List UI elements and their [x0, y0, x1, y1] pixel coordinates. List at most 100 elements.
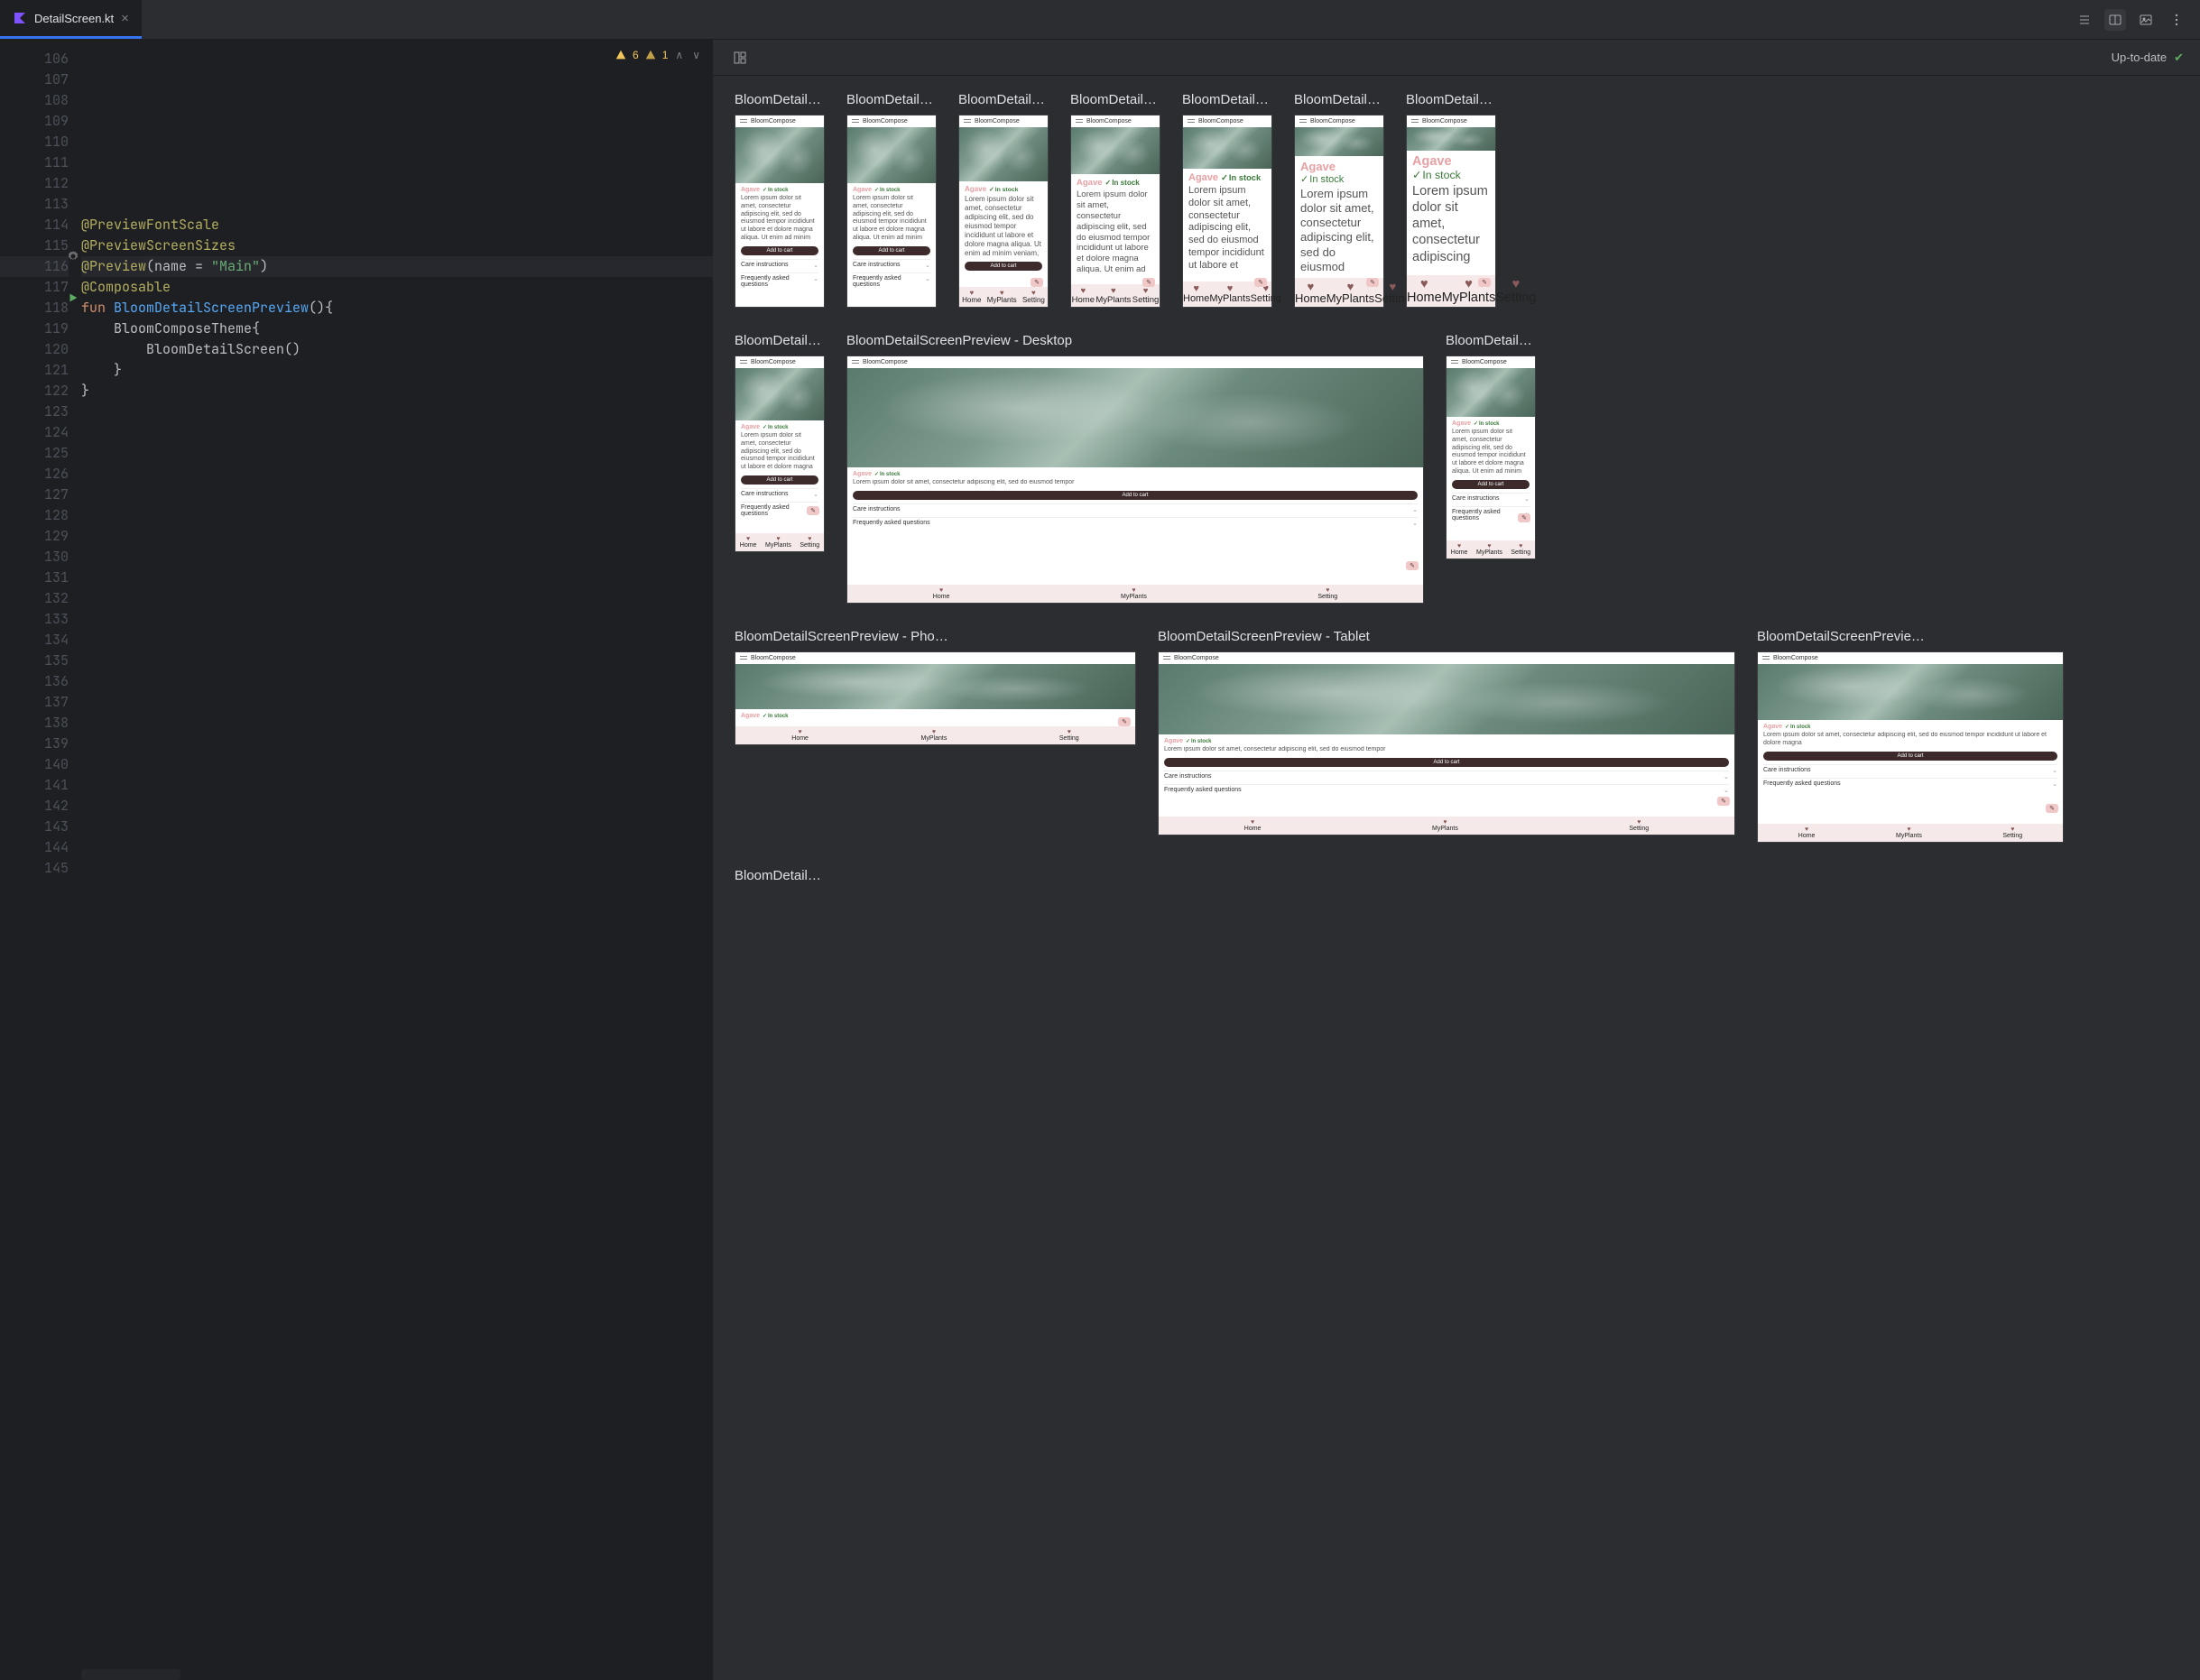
- faq-section[interactable]: Frequently asked questions: [1763, 778, 2057, 789]
- add-to-cart-button[interactable]: Add to cart: [1164, 758, 1729, 767]
- add-to-cart-button[interactable]: Add to cart: [741, 475, 818, 485]
- line-number[interactable]: 134: [0, 630, 69, 651]
- code-line[interactable]: [81, 464, 713, 485]
- code-line[interactable]: [81, 485, 713, 505]
- line-number[interactable]: 141: [0, 775, 69, 796]
- inspection-summary[interactable]: 6 1 ∧ ∨: [615, 49, 702, 61]
- faq-section[interactable]: Frequently asked questions: [741, 272, 818, 290]
- line-number[interactable]: 131: [0, 568, 69, 588]
- code-line[interactable]: [81, 194, 713, 215]
- line-number[interactable]: 115: [0, 235, 69, 256]
- code-line[interactable]: [81, 651, 713, 671]
- line-number[interactable]: 122: [0, 381, 69, 402]
- line-number[interactable]: 145: [0, 858, 69, 879]
- code-line[interactable]: [81, 568, 713, 588]
- nav-item[interactable]: Home: [1451, 543, 1468, 556]
- care-instructions-section[interactable]: Care instructions: [741, 259, 818, 271]
- line-number[interactable]: 133: [0, 609, 69, 630]
- edit-fab[interactable]: ✎: [1478, 278, 1491, 287]
- preview-card[interactable]: BloomCompose Agave In stockLorem ipsum d…: [1158, 651, 1735, 835]
- nav-item[interactable]: MyPlants: [1432, 819, 1458, 832]
- nav-item[interactable]: Home: [740, 536, 757, 549]
- code-area[interactable]: @PreviewFontScale@PreviewScreenSizes@Pre…: [81, 40, 713, 1669]
- nav-item[interactable]: Home: [962, 290, 981, 304]
- line-number[interactable]: 126: [0, 464, 69, 485]
- code-line[interactable]: [81, 526, 713, 547]
- nav-item[interactable]: MyPlants: [765, 536, 791, 549]
- line-number[interactable]: 127: [0, 485, 69, 505]
- nav-item[interactable]: Setting: [1251, 284, 1281, 304]
- code-line[interactable]: fun BloomDetailScreenPreview(){: [81, 298, 713, 318]
- nav-item[interactable]: MyPlants: [921, 729, 947, 742]
- bottom-nav[interactable]: HomeMyPlantsSetting: [847, 585, 1423, 603]
- nav-item[interactable]: Home: [933, 587, 950, 600]
- code-line[interactable]: [81, 796, 713, 817]
- close-tab-icon[interactable]: ×: [121, 11, 129, 26]
- code-line[interactable]: [81, 111, 713, 132]
- nav-item[interactable]: Setting: [1022, 290, 1045, 304]
- line-number[interactable]: 124: [0, 422, 69, 443]
- preview-card[interactable]: BloomCompose Agave In stockLorem ipsum d…: [846, 115, 937, 308]
- edit-fab[interactable]: ✎: [1366, 278, 1379, 287]
- menu-icon[interactable]: [964, 119, 971, 125]
- line-number[interactable]: 129: [0, 526, 69, 547]
- menu-icon[interactable]: [1411, 119, 1419, 125]
- bottom-nav[interactable]: HomeMyPlantsSetting: [1071, 284, 1160, 307]
- add-to-cart-button[interactable]: Add to cart: [741, 246, 818, 255]
- preview-card[interactable]: BloomCompose AgaveIn stockLorem ipsum do…: [1294, 115, 1384, 308]
- code-line[interactable]: [81, 817, 713, 837]
- edit-fab[interactable]: ✎: [1118, 717, 1131, 726]
- line-number-gutter[interactable]: 1061071081091101111121131141151161171181…: [0, 40, 81, 1669]
- care-instructions-section[interactable]: Care instructions: [1164, 771, 1729, 782]
- more-actions-button[interactable]: [2166, 9, 2187, 31]
- care-instructions-section[interactable]: Care instructions: [853, 503, 1418, 515]
- add-to-cart-button[interactable]: Add to cart: [853, 491, 1418, 500]
- nav-item[interactable]: Setting: [800, 536, 819, 549]
- line-number[interactable]: 121: [0, 360, 69, 381]
- preview-card[interactable]: BloomCompose Agave In stockLorem ipsum d…: [1182, 115, 1272, 308]
- code-line[interactable]: [81, 671, 713, 692]
- code-line[interactable]: [81, 505, 713, 526]
- nav-item[interactable]: Home: [1072, 287, 1095, 304]
- preview-card[interactable]: BloomCompose AgaveIn stockLorem ipsum do…: [1406, 115, 1496, 308]
- edit-fab[interactable]: ✎: [1142, 278, 1155, 287]
- nav-item[interactable]: Setting: [1317, 587, 1337, 600]
- menu-icon[interactable]: [1762, 656, 1770, 661]
- line-number[interactable]: 114: [0, 215, 69, 235]
- menu-icon[interactable]: [1299, 119, 1307, 125]
- menu-icon[interactable]: [1188, 119, 1195, 125]
- code-line[interactable]: [81, 588, 713, 609]
- faq-section[interactable]: Frequently asked questions: [853, 517, 1418, 529]
- nav-item[interactable]: Setting: [1511, 543, 1530, 556]
- nav-item[interactable]: MyPlants: [987, 290, 1017, 304]
- line-number[interactable]: 113: [0, 194, 69, 215]
- menu-icon[interactable]: [740, 360, 747, 365]
- faq-section[interactable]: Frequently asked questions: [1164, 784, 1729, 796]
- add-to-cart-button[interactable]: Add to cart: [1452, 480, 1530, 489]
- code-line[interactable]: [81, 69, 713, 90]
- menu-icon[interactable]: [852, 360, 859, 365]
- code-line[interactable]: @PreviewFontScale: [81, 215, 713, 235]
- bottom-nav[interactable]: Home MyPlants Setting: [735, 533, 824, 551]
- bottom-nav[interactable]: HomeMyPlantsSetting: [1758, 824, 2063, 842]
- line-number[interactable]: 106: [0, 49, 69, 69]
- preview-card[interactable]: BloomCompose Agave In stockLorem ipsum d…: [1070, 115, 1160, 308]
- code-line[interactable]: [81, 609, 713, 630]
- list-view-button[interactable]: [2074, 9, 2095, 31]
- preview-card[interactable]: BloomCompose Agave In stockLorem ipsum d…: [735, 115, 825, 308]
- nav-item[interactable]: Setting: [1059, 729, 1079, 742]
- nav-item[interactable]: Home: [1798, 826, 1816, 839]
- nav-item[interactable]: MyPlants: [1209, 284, 1250, 304]
- menu-icon[interactable]: [1076, 119, 1083, 125]
- nav-item[interactable]: Home: [1407, 278, 1442, 304]
- nav-item[interactable]: Home: [1244, 819, 1262, 832]
- code-line[interactable]: @Preview(name = "Main"): [81, 256, 713, 277]
- line-number[interactable]: 137: [0, 692, 69, 713]
- nav-item[interactable]: MyPlants: [1476, 543, 1502, 556]
- code-line[interactable]: [81, 713, 713, 734]
- code-line[interactable]: [81, 754, 713, 775]
- add-to-cart-button[interactable]: Add to cart: [1763, 752, 2057, 761]
- add-to-cart-button[interactable]: Add to cart: [853, 246, 930, 255]
- code-line[interactable]: [81, 775, 713, 796]
- code-line[interactable]: [81, 173, 713, 194]
